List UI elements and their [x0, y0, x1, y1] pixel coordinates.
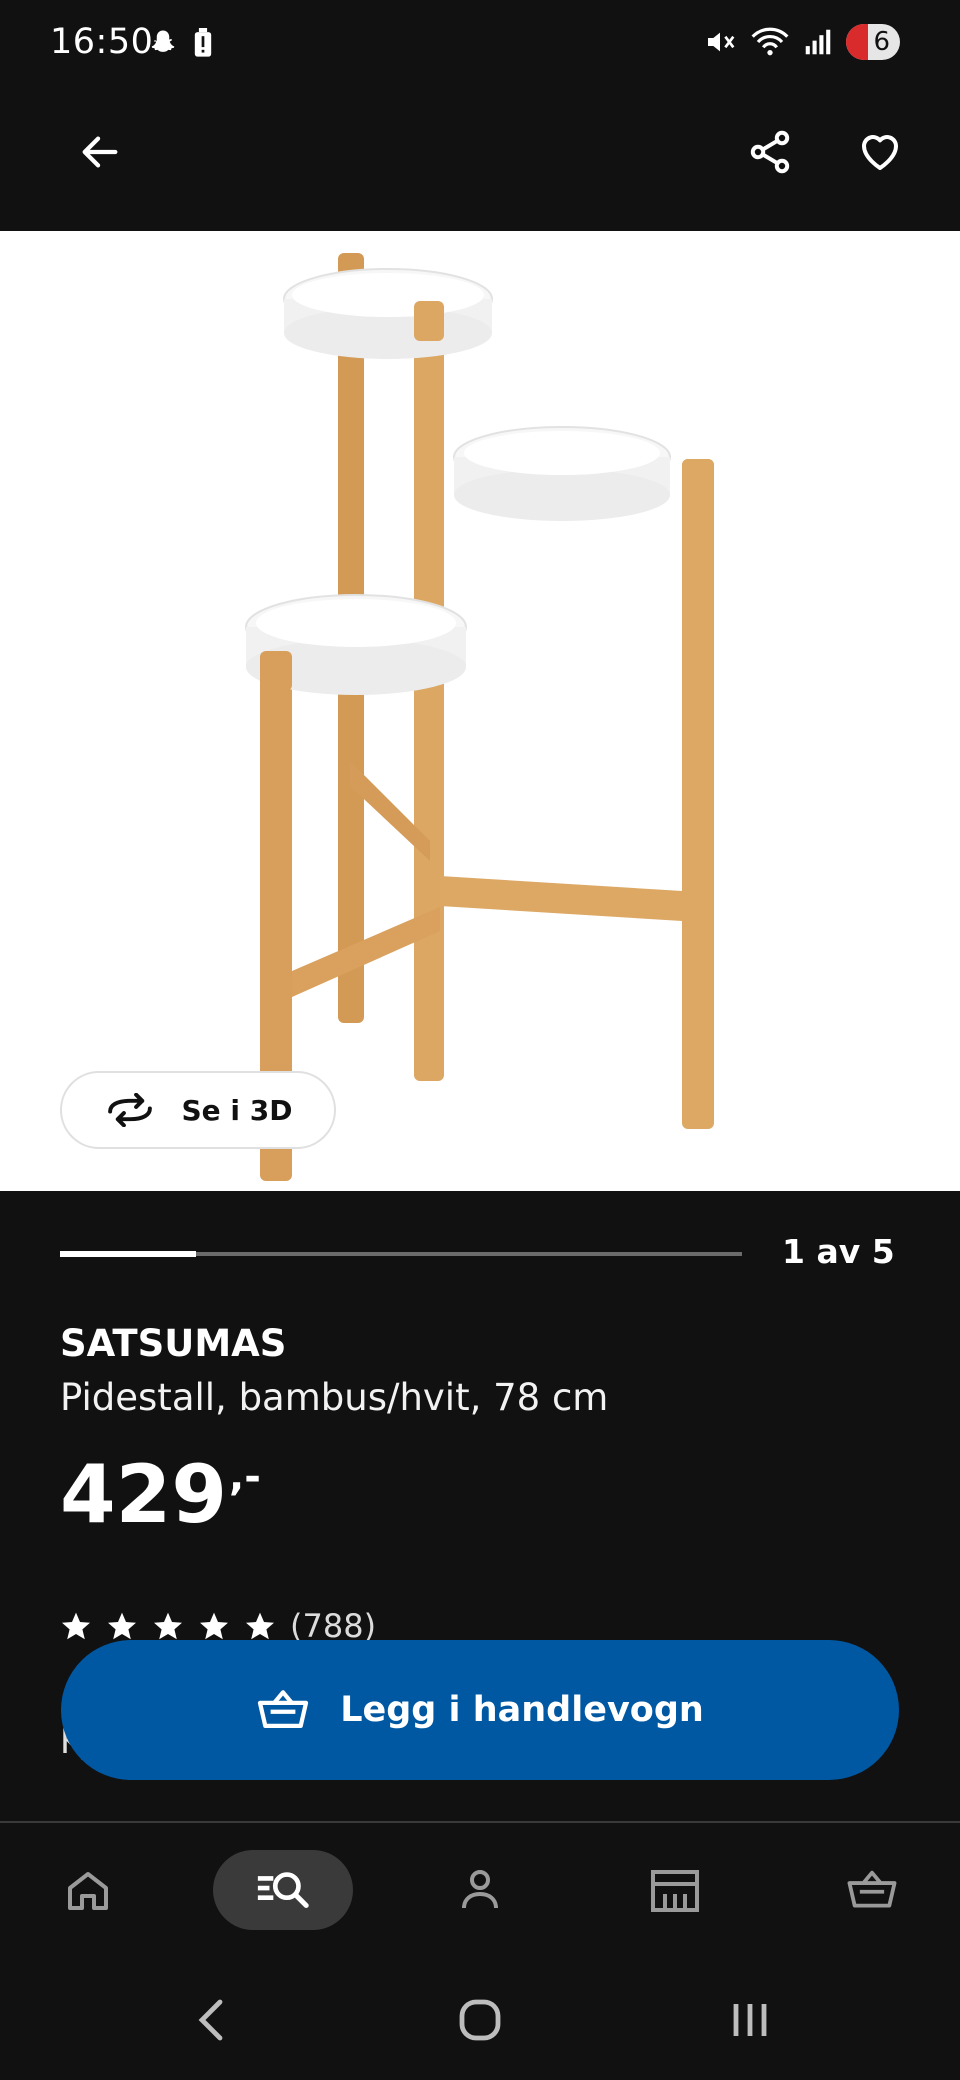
battery-indicator: 6 [846, 24, 900, 60]
share-icon [750, 130, 790, 174]
add-to-cart-label: Legg i handlevogn [340, 1690, 704, 1730]
gallery-counter: 1 av 5 [782, 1232, 895, 1271]
price-suffix: ,- [229, 1454, 261, 1500]
star-icon [62, 1612, 90, 1640]
bottom-nav-divider [0, 1821, 960, 1823]
star-icon [108, 1612, 136, 1640]
home-icon [68, 1872, 108, 1910]
gallery-progress [60, 1251, 742, 1257]
plant-stand-illustration [245, 253, 714, 1181]
back-arrow-icon [82, 136, 118, 168]
nav-home[interactable] [18, 1850, 158, 1930]
view-in-3d-button[interactable]: Se i 3D [60, 1071, 336, 1149]
system-back-button[interactable] [162, 1980, 262, 2060]
chevron-left-icon [198, 1999, 223, 2041]
status-time: 16:50 [50, 22, 154, 62]
favorite-button[interactable] [840, 112, 920, 192]
recents-icon [733, 2004, 767, 2036]
search-icon [257, 1872, 309, 1908]
battery-level: 6 [873, 27, 890, 57]
nav-cart[interactable] [802, 1850, 942, 1930]
star-icon [200, 1612, 228, 1640]
product-name: SATSUMAS [60, 1322, 287, 1365]
heart-icon [862, 135, 898, 170]
system-recents-button[interactable] [700, 1980, 800, 2060]
nav-search[interactable] [213, 1850, 353, 1930]
product-image[interactable] [0, 231, 960, 1191]
price-value: 429 [60, 1448, 227, 1541]
gallery-progress-fill [60, 1251, 197, 1257]
rotate-3d-icon [107, 1093, 152, 1127]
system-home-button[interactable] [430, 1980, 530, 2060]
status-left-icons [148, 28, 214, 58]
star-icon [246, 1612, 274, 1640]
star-icon [154, 1612, 182, 1640]
rating-stars [60, 1610, 276, 1642]
alert-battery-icon [194, 28, 212, 57]
basket-icon [258, 1690, 309, 1729]
nav-store[interactable] [605, 1850, 745, 1930]
store-icon [651, 1870, 699, 1912]
nav-profile[interactable] [410, 1850, 550, 1930]
cart-icon [847, 1870, 897, 1908]
add-to-cart-button[interactable]: Legg i handlevogn [61, 1640, 899, 1780]
view-in-3d-label: Se i 3D [181, 1093, 293, 1127]
product-price: 429 ,- [60, 1448, 261, 1541]
home-square-icon [459, 1999, 501, 2041]
wifi-icon [751, 27, 789, 56]
snapchat-icon [151, 30, 175, 52]
back-button[interactable] [60, 112, 140, 192]
share-button[interactable] [730, 112, 810, 192]
mute-icon [708, 32, 735, 52]
product-description: Pidestall, bambus/hvit, 78 cm [60, 1376, 609, 1419]
profile-icon [462, 1870, 498, 1909]
status-right-icons: 6 [704, 24, 900, 60]
signal-icon [805, 29, 831, 55]
